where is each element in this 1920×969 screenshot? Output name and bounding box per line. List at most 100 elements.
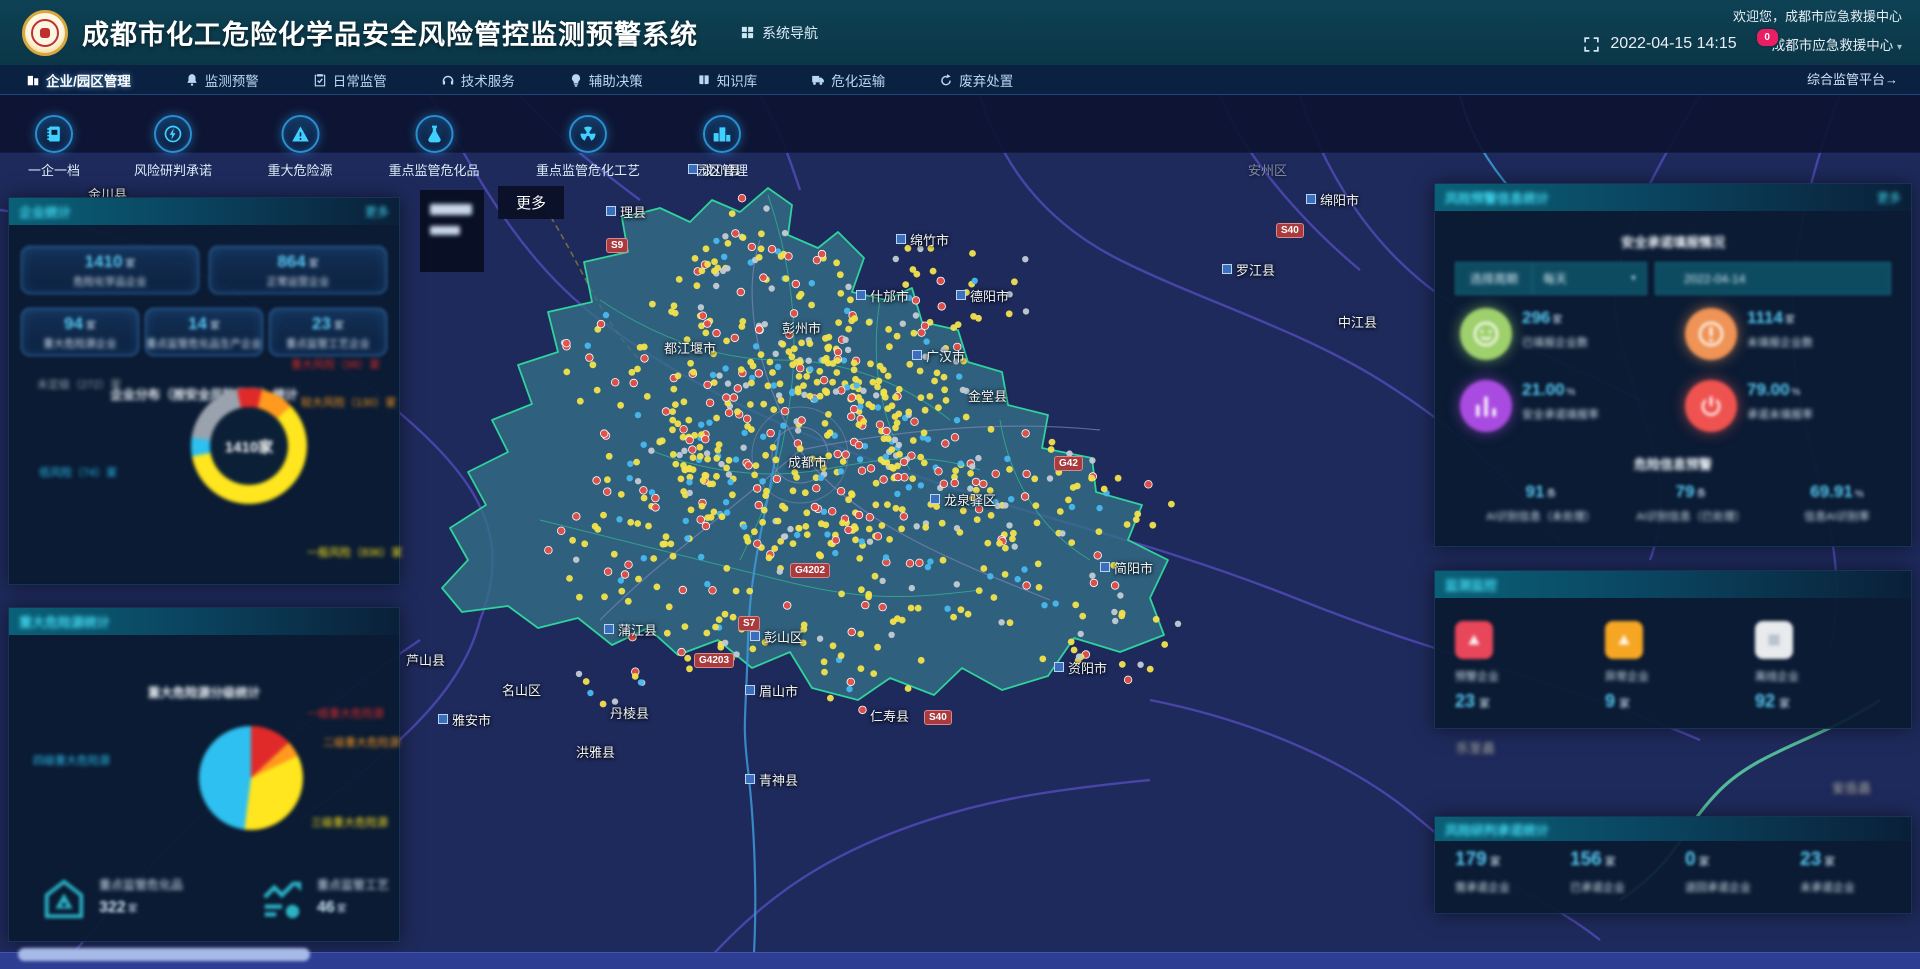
donut-label: 未定级（272）家 [37,376,121,392]
app-logo-icon [22,10,68,56]
pie-label: 四级重大危险源 [33,752,110,768]
donut-label: 一般风险（836）家 [307,544,402,560]
book-icon [697,73,711,87]
map-more-button[interactable]: 更多 [498,186,564,219]
app-header: 成都市化工危险化学品安全风险管控监测预警系统 系统导航 欢迎您，成都市应急救援中… [0,0,1920,65]
fullscreen-icon[interactable] [1583,36,1600,53]
dashboard-root: 金川县汶川县理县绵竹市绵阳市罗江县什邡市德阳市中江县广汉市都江堰市彭州市金堂县成… [0,0,1920,969]
platform-link[interactable]: 综合监管平台→ [1807,65,1898,95]
chevron-down-icon: ▾ [1631,273,1636,284]
nav-tab-辅助决策[interactable]: 辅助决策 [569,70,643,90]
nav-tab-危化运输[interactable]: 危化运输 [811,70,885,90]
hazard-level-pie-chart [199,726,303,830]
nav-tab-废弃处置[interactable]: 废弃处置 [939,70,1013,90]
nav-tab-label: 企业/园区管理 [46,70,131,90]
nav-tab-label: 危化运输 [831,70,885,90]
more-link[interactable]: 更多 [1877,189,1901,206]
key-supervision-stat: 重点监管危化品322家 [41,876,183,922]
subnav-item-重点监管危化工艺[interactable]: 重点监管危化工艺 [536,115,640,179]
subnav-item-园区管理[interactable]: 园区管理 [696,115,748,179]
nav-tab-label: 辅助决策 [589,70,643,90]
grid-icon [740,25,755,40]
radiation-icon [569,115,607,153]
period-value: 每天 [1543,270,1567,287]
panel-title: 监测监控 [1445,575,1497,594]
enterprise-stat-card[interactable]: 14家重点监管危化品生产企业 [145,308,263,356]
pie-title: 重大危险源分级统计 [9,682,399,701]
subnav-label: 重点监管危化工艺 [536,160,640,179]
monitor-stat: 预警企业23家 [1455,621,1595,712]
system-nav-button[interactable]: 系统导航 [740,23,818,43]
monitor-stat: 异常企业9家 [1605,621,1745,712]
period-select[interactable]: 选择周期 每天 ▾ [1455,262,1647,295]
welcome-text: 欢迎您，成都市应急救援中心 [1583,6,1902,25]
commitment-stat: 1114家未填报企业数 [1685,308,1813,360]
subnav-item-重大危险源[interactable]: 重大危险源 [267,115,332,179]
nav-tab-label: 日常监管 [333,70,387,90]
headset-icon [441,73,455,87]
enterprise-stat-card[interactable]: 23家重点监管工艺企业 [269,308,387,356]
subnav-label: 园区管理 [696,160,748,179]
trisquare-icon [1455,621,1493,659]
nav-tab-日常监管[interactable]: 日常监管 [313,70,387,90]
park-icon [703,115,741,153]
trend-icon [259,876,305,922]
nav-tab-label: 废弃处置 [959,70,1013,90]
map-more-dropdown[interactable] [420,190,484,272]
alertround-icon [1685,308,1737,360]
nav-tab-企业/园区管理[interactable]: 企业/园区管理 [26,70,131,90]
enterprise-stat-card[interactable]: 94家重大危险源企业 [21,308,139,356]
subnav-item-风险研判承诺[interactable]: 风险研判承诺 [134,115,212,179]
nav-tab-技术服务[interactable]: 技术服务 [441,70,515,90]
monitor-stat: 离线企业92家 [1755,621,1895,712]
commitment-count-stat: 0家退回承诺企业 [1685,849,1797,895]
enterprise-stat-card[interactable]: 1410家危险化学品企业 [21,246,199,294]
date-value: 2022-04-14 [1684,272,1745,286]
commitment-count-stat: 23家未承诺企业 [1800,849,1912,895]
flask-icon [415,115,453,153]
trisquare-icon [1605,621,1643,659]
enterprise-stats-panel: 企业统计 更多 企业分布（按安全风险等级）统计 1410家 1410家危险化学品… [8,197,400,585]
nav-tab-监测预警[interactable]: 监测预警 [185,70,259,90]
boltcircle-icon [154,115,192,153]
pie-label: 二级重大危险源 [323,734,400,750]
more-link[interactable]: 更多 [365,203,389,220]
date-picker[interactable]: 2022-04-14 [1655,262,1891,295]
subnav: 一企一档 风险研判承诺 重大危险源 重点监管危化品 重点监管危化工艺 园区管理 [0,95,760,185]
user-menu[interactable]: 成都市应急救援中心 ▾ [1772,34,1902,54]
subnav-label: 风险研判承诺 [134,160,212,179]
commitment-count-stat: 156家已承诺企业 [1570,849,1682,895]
commitment-stat: 21.00%安全承诺填报率 [1460,380,1599,432]
panel-title: 企业统计 [19,202,71,221]
subnav-label: 一企一档 [28,160,80,179]
dropdown-item-blurred[interactable] [430,204,472,215]
enterprise-stat-card[interactable]: 864家正常运营企业 [209,246,387,294]
subnav-label: 重点监管危化品 [388,160,479,179]
recycle-icon [939,73,953,87]
panel-title: 风险研判承诺统计 [1445,820,1549,839]
main-nav: 企业/园区管理 监测预警 日常监管 技术服务 辅助决策 知识库 危化运输 废弃处置 综合监管平… [0,65,1920,95]
nav-tab-label: 监测预警 [205,70,259,90]
dropdown-item-blurred[interactable] [430,226,460,235]
subnav-item-重点监管危化品[interactable]: 重点监管危化品 [388,115,479,179]
system-nav-label: 系统导航 [762,23,818,43]
enterprise-risk-donut-chart: 1410家 [191,388,307,504]
subnav-item-一企一档[interactable]: 一企一档 [28,115,80,179]
sqsquare-icon [1755,621,1793,659]
building-icon [26,73,40,87]
section-title: 安全承诺填报情况 [1435,232,1911,251]
donut-label: 低风险（74）家 [39,464,117,480]
commitment-count-stat: 179家需承诺企业 [1455,849,1567,895]
pie-label: 一级重大危险源 [307,705,384,721]
ai-warning-stat: 69.91%信息AI识别率 [1747,482,1920,524]
section-title: 危险信息预警 [1435,454,1911,473]
panel-title: 风险预警信息统计 [1445,188,1549,207]
chevron-down-icon: ▾ [1897,42,1902,53]
pie-label: 三级重大危险源 [311,814,388,830]
bottom-progress-pill [18,948,310,961]
notification-badge: 0 [1755,27,1780,48]
subnav-label: 重大危险源 [267,160,332,179]
nav-tab-知识库[interactable]: 知识库 [697,70,758,90]
donut-label: 较大风险（130）家 [301,394,396,410]
datetime-text: 2022-04-15 14:15 [1610,35,1736,53]
